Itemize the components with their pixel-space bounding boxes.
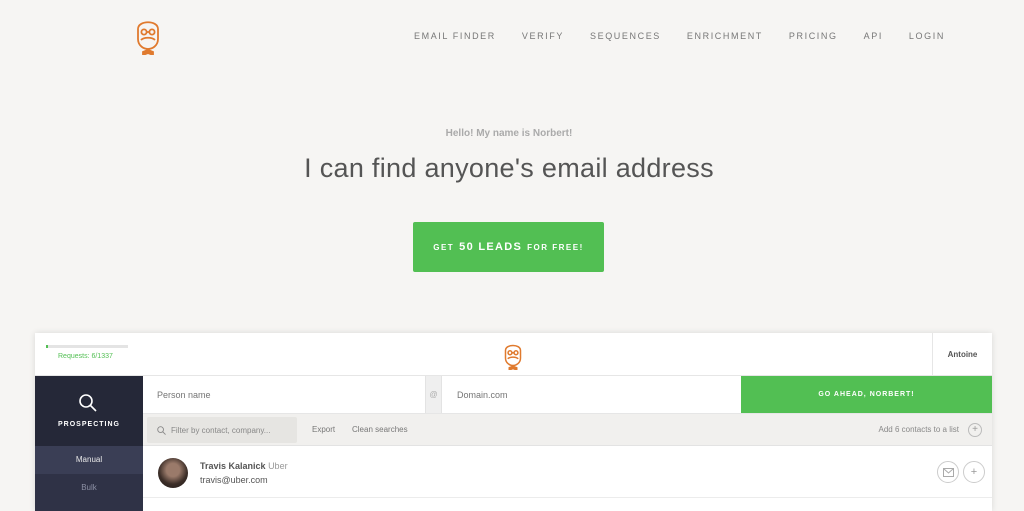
nav-login[interactable]: LOGIN [909,31,945,41]
requests-counter: Requests: 6/1337 [58,353,113,360]
cta-highlight: 50 LEADS [459,241,523,253]
contact-email: travis@uber.com [200,475,268,485]
at-separator: @ [425,376,442,413]
nav-verify[interactable]: VERIFY [522,31,564,41]
norbert-logo-icon [504,344,522,370]
contact-name: Travis Kalanick Uber [200,461,288,471]
app-header: Requests: 6/1337 Antoine [35,333,992,376]
sidebar-item-manual[interactable]: Manual [35,446,143,474]
search-icon [79,394,97,412]
contact-company: Uber [268,461,288,471]
add-contact-plus-icon[interactable]: + [963,461,985,483]
filter-toolbar: Filter by contact, company... Export Cle… [143,414,992,446]
sidebar-item-bulk[interactable]: Bulk [35,474,143,502]
clean-searches-link[interactable]: Clean searches [352,425,408,434]
nav-pricing[interactable]: PRICING [789,31,838,41]
nav-email-finder[interactable]: EMAIL FINDER [414,31,496,41]
contact-name-text: Travis Kalanick [200,461,266,471]
get-leads-button[interactable]: GET 50 LEADS FOR FREE! [413,222,604,272]
email-icon[interactable] [937,461,959,483]
add-to-list-link[interactable]: Add 6 contacts to a list [879,425,960,434]
norbert-logo-icon[interactable] [132,15,164,55]
filter-placeholder: Filter by contact, company... [171,425,271,435]
nav-api[interactable]: API [864,31,883,41]
cta-suffix: FOR FREE! [527,242,584,252]
table-row[interactable]: Travis Kalanick Uber travis@uber.com + [143,446,992,498]
sidebar-prospecting-label: PROSPECTING [58,421,120,428]
filter-input[interactable]: Filter by contact, company... [147,417,297,443]
person-name-input[interactable] [143,376,425,413]
nav-sequences[interactable]: SEQUENCES [590,31,661,41]
top-nav: EMAIL FINDER VERIFY SEQUENCES ENRICHMENT… [414,31,945,41]
add-list-plus-icon[interactable]: + [968,423,982,437]
user-menu[interactable]: Antoine [932,333,992,376]
nav-enrichment[interactable]: ENRICHMENT [687,31,763,41]
hero-title: I can find anyone's email address [304,153,714,183]
cta-prefix: GET [433,242,455,252]
go-ahead-button[interactable]: GO AHEAD, NORBERT! [741,376,992,413]
domain-input[interactable] [442,376,740,413]
hero-subtitle: Hello! My name is Norbert! [445,128,573,139]
search-icon [157,425,166,435]
requests-progress-bar [46,345,128,348]
sidebar-prospecting[interactable]: PROSPECTING [35,376,143,446]
avatar [158,458,188,488]
export-link[interactable]: Export [312,425,335,434]
search-bar: @ GO AHEAD, NORBERT! [143,376,992,414]
sidebar: PROSPECTING Manual Bulk [35,376,143,511]
app-preview: Requests: 6/1337 Antoine PROSPECTING Man… [35,333,992,511]
